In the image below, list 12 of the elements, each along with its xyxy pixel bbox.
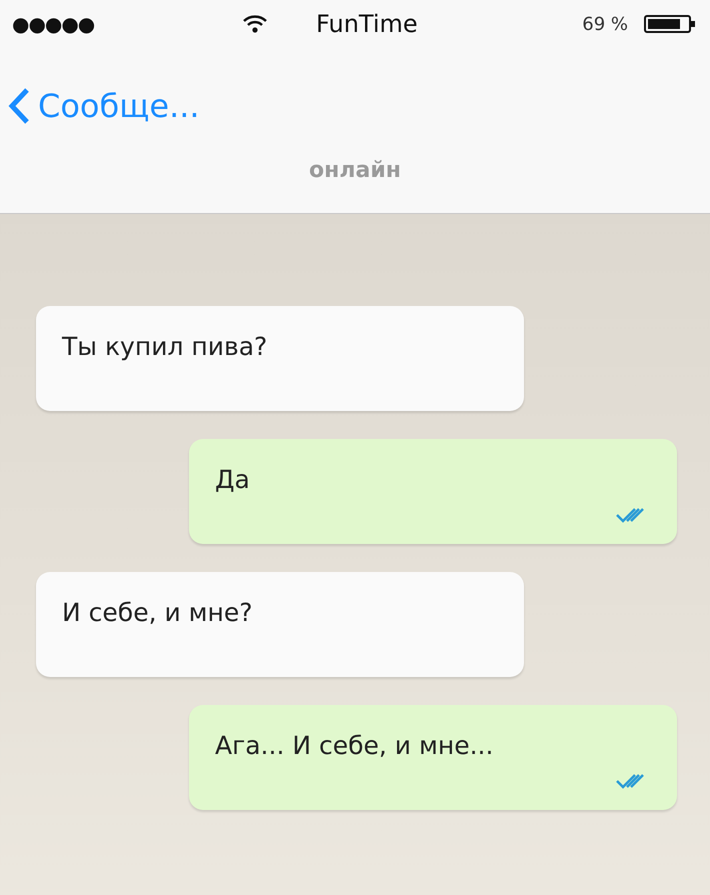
contact-status: онлайн	[309, 158, 401, 183]
message-text: Да	[215, 465, 250, 494]
message-text: И себе, и мне?	[62, 598, 253, 627]
back-chevron-icon	[8, 87, 30, 125]
back-button[interactable]: Сообще...	[0, 82, 200, 130]
wifi-icon	[242, 14, 268, 34]
battery-icon	[644, 14, 696, 34]
app-title: FunTime	[316, 9, 418, 40]
message-text: Ага... И себе, и мне...	[215, 731, 494, 760]
battery-percentage: 69 %	[582, 12, 628, 36]
signal-dots: ●●●●●	[12, 11, 96, 38]
message-text: Ты купил пива?	[62, 332, 268, 361]
